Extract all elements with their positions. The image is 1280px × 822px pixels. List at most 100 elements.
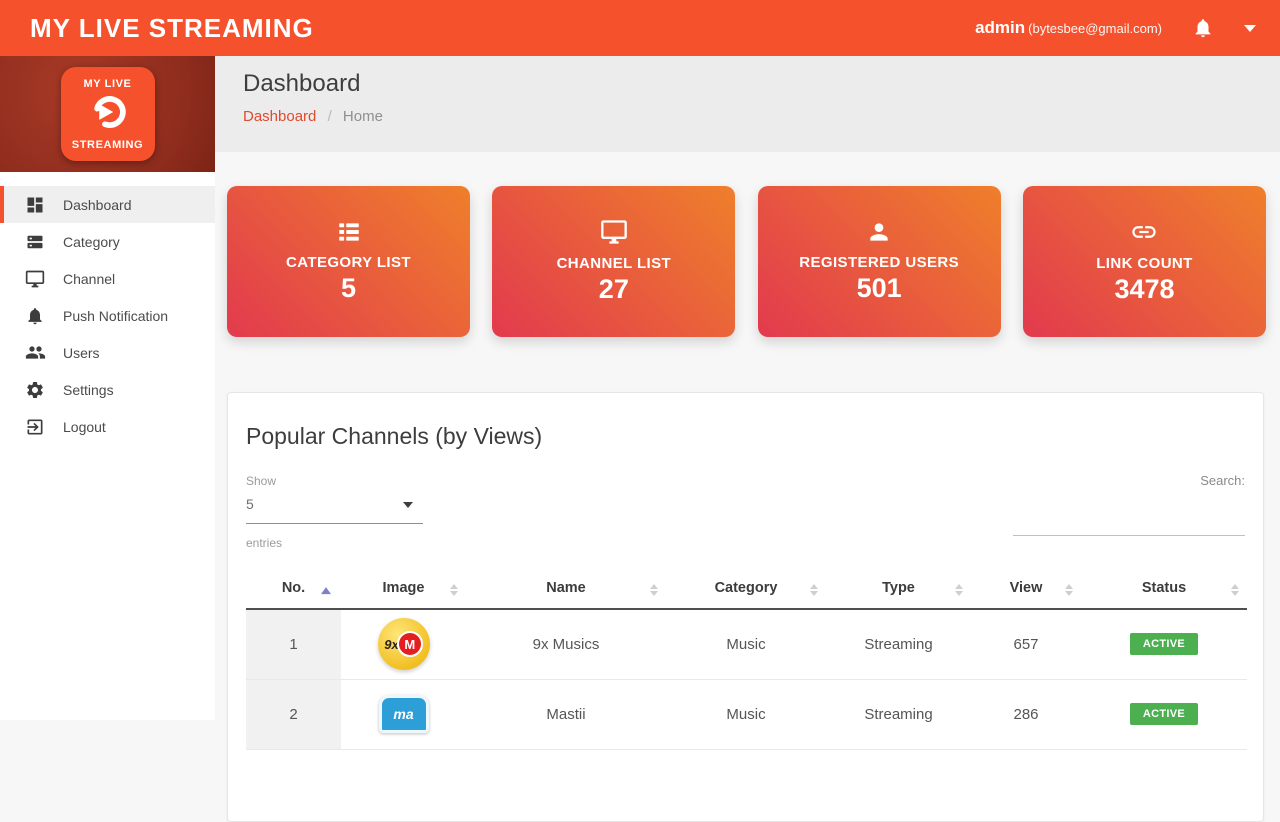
table-row[interactable]: 1 9x M 9x Musics Music Streaming 657 ACT… <box>246 609 1247 679</box>
chevron-down-icon <box>403 502 413 508</box>
sidebar-menu: Dashboard Category Channel Push Notifica… <box>0 172 215 445</box>
users-icon <box>24 342 46 364</box>
dashboard-icon <box>24 194 46 216</box>
sidebar-item-label: Logout <box>63 419 106 435</box>
user-email: (bytesbee@gmail.com) <box>1028 21 1162 36</box>
column-label: Status <box>1142 580 1186 596</box>
breadcrumb-current: Home <box>343 108 383 125</box>
sidebar-item-label: Push Notification <box>63 308 168 324</box>
link-icon <box>1130 218 1158 246</box>
cell-status: ACTIVE <box>1081 679 1247 749</box>
column-label: View <box>1010 580 1043 596</box>
sort-icon <box>650 584 658 596</box>
stat-label: LINK COUNT <box>1096 255 1193 272</box>
stat-value: 501 <box>857 273 902 304</box>
column-header-status[interactable]: Status <box>1081 574 1247 609</box>
cell-type: Streaming <box>826 609 971 679</box>
notifications-bell-icon[interactable] <box>1192 17 1214 39</box>
show-entries-value: 5 <box>246 496 254 512</box>
column-label: Name <box>546 580 586 596</box>
sidebar-item-category[interactable]: Category <box>0 223 215 260</box>
header-actions: admin(bytesbee@gmail.com) <box>975 17 1256 39</box>
cell-view: 657 <box>971 609 1081 679</box>
stat-card-registered-users[interactable]: REGISTERED USERS 501 <box>758 186 1001 337</box>
sidebar-item-label: Channel <box>63 271 115 287</box>
main-content: Dashboard Dashboard / Home CATEGORY LIST… <box>215 56 1280 720</box>
stat-value: 5 <box>341 273 356 304</box>
cell-image: ma <box>341 679 466 749</box>
sidebar-item-settings[interactable]: Settings <box>0 371 215 408</box>
column-header-view[interactable]: View <box>971 574 1081 609</box>
stat-label: CATEGORY LIST <box>286 254 411 271</box>
user-name: admin <box>975 18 1025 37</box>
cell-type: Streaming <box>826 679 971 749</box>
sort-icon <box>1065 584 1073 596</box>
stat-value: 27 <box>599 274 629 305</box>
monitor-icon <box>600 218 628 246</box>
stat-card-link-count[interactable]: LINK COUNT 3478 <box>1023 186 1266 337</box>
sidebar-item-dashboard[interactable]: Dashboard <box>0 186 215 223</box>
page-title: Dashboard <box>243 70 1280 98</box>
column-header-name[interactable]: Name <box>466 574 666 609</box>
sort-icon <box>1231 584 1239 596</box>
column-header-image[interactable]: Image <box>341 574 466 609</box>
cell-view: 286 <box>971 679 1081 749</box>
show-label: Show <box>246 474 276 488</box>
column-header-type[interactable]: Type <box>826 574 971 609</box>
column-header-no[interactable]: No. <box>246 574 341 609</box>
page-header: Dashboard Dashboard / Home <box>215 56 1280 152</box>
logo-text-bottom: STREAMING <box>72 139 143 151</box>
channel-logo-9x-musics: 9x M <box>378 618 430 670</box>
table-row[interactable]: 2 ma Mastii Music Streaming 286 ACTIVE <box>246 679 1247 749</box>
stat-cards-row: CATEGORY LIST 5 CHANNEL LIST 27 REGISTER… <box>227 186 1266 337</box>
column-label: Category <box>715 580 778 596</box>
user-menu[interactable]: admin(bytesbee@gmail.com) <box>975 18 1162 38</box>
sidebar-item-channel[interactable]: Channel <box>0 260 215 297</box>
app-header: MY LIVE STREAMING admin(bytesbee@gmail.c… <box>0 0 1280 56</box>
cell-name: 9x Musics <box>466 609 666 679</box>
stat-label: REGISTERED USERS <box>799 254 959 271</box>
cell-no: 1 <box>246 609 341 679</box>
person-icon <box>866 219 892 245</box>
search-label: Search: <box>1200 473 1245 488</box>
sidebar-item-users[interactable]: Users <box>0 334 215 371</box>
search-input[interactable] <box>1013 514 1245 536</box>
cell-status: ACTIVE <box>1081 609 1247 679</box>
cell-image: 9x M <box>341 609 466 679</box>
table-card-title: Popular Channels (by Views) <box>246 393 1245 450</box>
logo-text-top: MY LIVE <box>83 78 131 90</box>
column-header-category[interactable]: Category <box>666 574 826 609</box>
stat-card-channel-list[interactable]: CHANNEL LIST 27 <box>492 186 735 337</box>
gear-icon <box>24 379 46 401</box>
breadcrumb-link-dashboard[interactable]: Dashboard <box>243 108 316 125</box>
status-badge: ACTIVE <box>1130 703 1198 725</box>
cell-category: Music <box>666 609 826 679</box>
monitor-icon <box>24 268 46 290</box>
logout-icon <box>24 416 46 438</box>
cell-category: Music <box>666 679 826 749</box>
breadcrumb-separator: / <box>328 108 332 125</box>
play-icon <box>87 91 129 138</box>
show-entries-select[interactable]: 5 <box>246 496 423 524</box>
cell-name: Mastii <box>466 679 666 749</box>
sort-icon <box>450 584 458 596</box>
status-badge: ACTIVE <box>1130 633 1198 655</box>
app-logo: MY LIVE STREAMING <box>61 67 155 161</box>
column-label: No. <box>282 580 305 596</box>
cell-no: 2 <box>246 679 341 749</box>
bell-icon <box>24 305 46 327</box>
sort-icon <box>810 584 818 596</box>
chevron-down-icon[interactable] <box>1244 25 1256 32</box>
app-title: MY LIVE STREAMING <box>30 13 314 44</box>
stat-card-category-list[interactable]: CATEGORY LIST 5 <box>227 186 470 337</box>
logo-m-circle: M <box>397 631 423 657</box>
entries-label: entries <box>246 536 1245 550</box>
breadcrumb: Dashboard / Home <box>243 108 1280 125</box>
category-icon <box>24 231 46 253</box>
sidebar-item-push-notification[interactable]: Push Notification <box>0 297 215 334</box>
channel-logo-mastii: ma <box>379 695 429 733</box>
sidebar-logo-panel: MY LIVE STREAMING <box>0 56 215 172</box>
channels-table: No. Image Name Category Type View Status… <box>246 574 1247 750</box>
sidebar-item-logout[interactable]: Logout <box>0 408 215 445</box>
sidebar-item-label: Settings <box>63 382 114 398</box>
